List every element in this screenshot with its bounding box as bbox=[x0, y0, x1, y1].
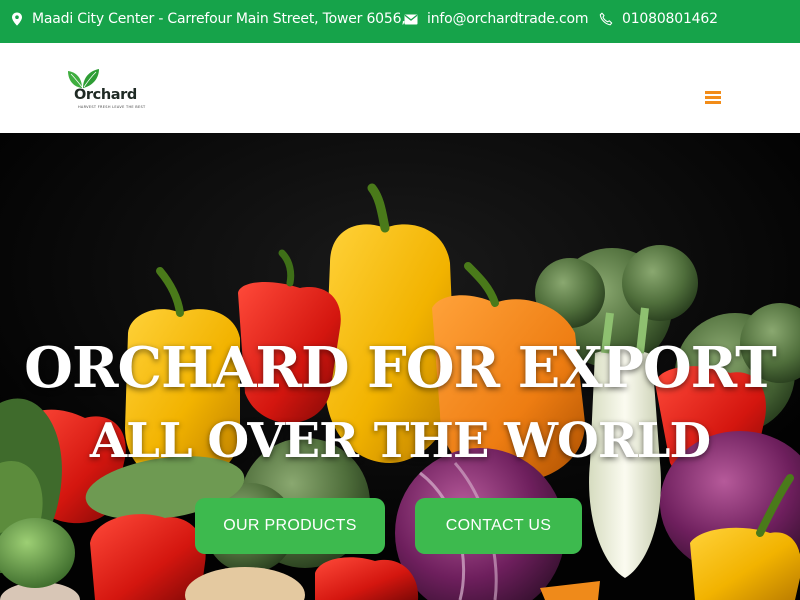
hero-title-line2: ALL OVER THE WORLD bbox=[89, 413, 711, 469]
orchard-logo[interactable]: Orchard HARVEST FRESH LEAVE THE BEST bbox=[66, 67, 146, 113]
phone-link[interactable]: 01080801462 bbox=[622, 11, 718, 27]
email-link[interactable]: info@orchardtrade.com bbox=[427, 11, 588, 27]
hamburger-bar bbox=[705, 96, 721, 99]
hamburger-menu-icon bbox=[705, 91, 721, 94]
contact-us-button[interactable]: CONTACT US bbox=[415, 498, 582, 554]
hamburger-menu-button[interactable] bbox=[703, 87, 725, 107]
our-products-button[interactable]: OUR PRODUCTS bbox=[195, 498, 385, 554]
address-text: Maadi City Center - Carrefour Main Stree… bbox=[32, 11, 406, 27]
logo-wordmark: Orchard bbox=[74, 87, 137, 103]
logo-tagline: HARVEST FRESH LEAVE THE BEST bbox=[78, 105, 146, 109]
address-item[interactable]: Maadi City Center - Carrefour Main Stree… bbox=[11, 0, 406, 38]
envelope-icon bbox=[404, 14, 418, 24]
map-pin-icon bbox=[12, 12, 22, 26]
hero-banner: ORCHARD FOR EXPORT ALL OVER THE WORLD OU… bbox=[0, 133, 800, 600]
top-contact-bar: Maadi City Center - Carrefour Main Stree… bbox=[0, 0, 800, 43]
phone-icon bbox=[599, 12, 613, 26]
leaf-logo-icon bbox=[68, 69, 99, 88]
email-item[interactable]: info@orchardtrade.com bbox=[404, 0, 588, 38]
phone-item[interactable]: 01080801462 bbox=[599, 0, 718, 38]
hamburger-bar bbox=[705, 101, 721, 104]
site-header: Orchard HARVEST FRESH LEAVE THE BEST bbox=[0, 43, 800, 133]
hero-title-line1: ORCHARD FOR EXPORT bbox=[24, 335, 777, 401]
